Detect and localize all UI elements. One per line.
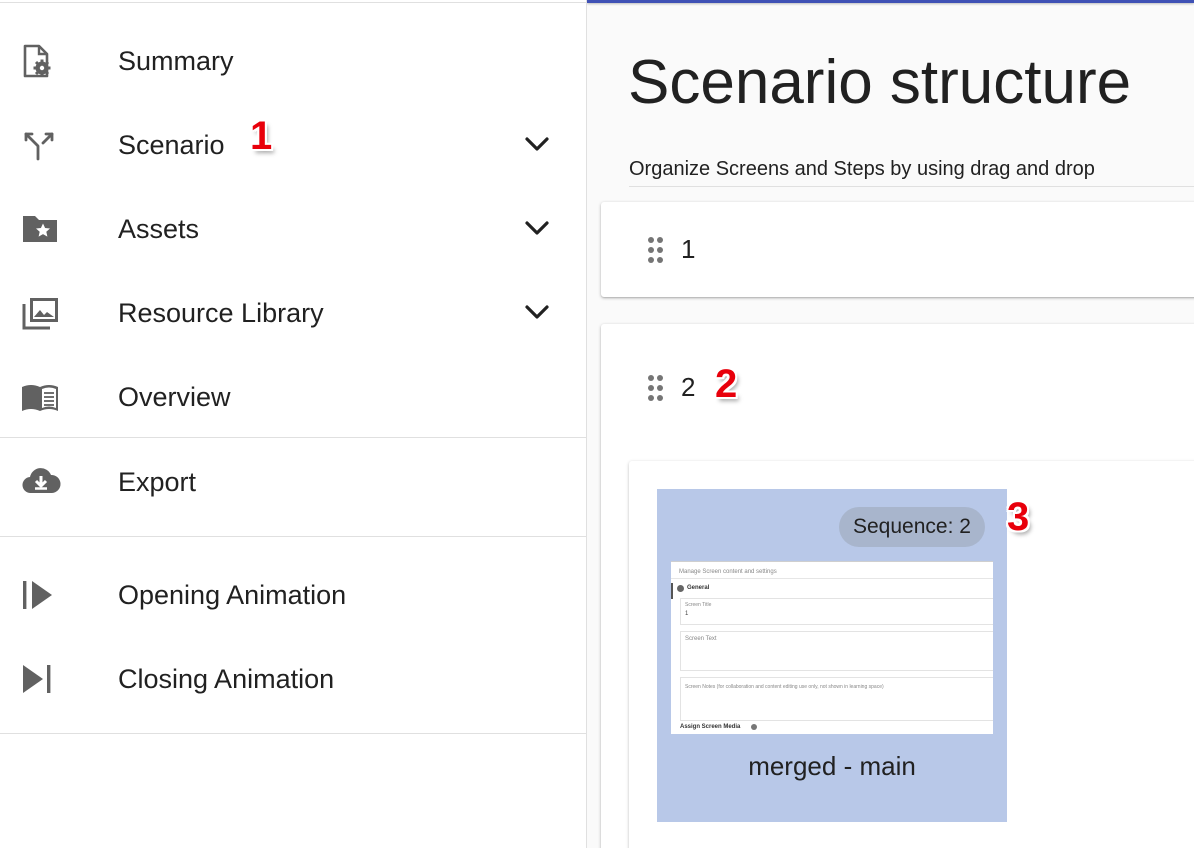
sequence-number: 1 bbox=[681, 234, 696, 264]
sidebar-item-label: Closing Animation bbox=[118, 664, 335, 694]
folder-star-icon bbox=[20, 212, 60, 246]
file-gear-icon bbox=[20, 44, 60, 78]
sidebar-divider bbox=[0, 536, 586, 537]
thumbnail-section: General bbox=[687, 585, 710, 591]
sidebar-item-label: Opening Animation bbox=[118, 580, 347, 610]
screens-container: Sequence: 2 Manage Screen content and se… bbox=[629, 461, 1194, 848]
thumbnail-footer: Assign Screen Media bbox=[680, 724, 741, 730]
drag-handle-icon[interactable] bbox=[647, 374, 665, 402]
top-accent-bar bbox=[587, 0, 1194, 3]
sequence-number: 2 bbox=[681, 372, 696, 402]
sidebar-item-scenario[interactable]: Scenario bbox=[0, 114, 586, 174]
sidebar-item-label: Resource Library bbox=[118, 298, 324, 328]
drag-handle-icon[interactable] bbox=[647, 236, 665, 264]
subtitle-divider bbox=[629, 186, 1194, 187]
thumbnail-field: Screen Text bbox=[680, 631, 993, 671]
page-title: Scenario structure bbox=[628, 48, 1132, 117]
skip-end-icon bbox=[20, 662, 60, 696]
sidebar-item-label: Overview bbox=[118, 382, 231, 412]
gear-icon bbox=[751, 724, 757, 730]
thumbnail-divider bbox=[671, 561, 993, 562]
sequence-card[interactable]: 2 2 Sequence: 2 Manage Screen content an… bbox=[601, 324, 1194, 848]
sequence-chip: Sequence: 2 bbox=[839, 507, 985, 547]
sidebar-divider bbox=[0, 437, 586, 438]
book-open-icon bbox=[20, 380, 60, 414]
sidebar-item-resource-library[interactable]: Resource Library bbox=[0, 282, 586, 342]
sidebar-divider bbox=[0, 733, 586, 734]
thumbnail-field: Screen Notes (for collaboration and cont… bbox=[680, 677, 993, 721]
sidebar-item-overview[interactable]: Overview bbox=[0, 366, 586, 426]
sequence-card[interactable]: 1 bbox=[601, 202, 1194, 297]
sidebar-item-label: Summary bbox=[118, 46, 234, 76]
screen-thumbnail: Manage Screen content and settings Gener… bbox=[671, 561, 993, 734]
screen-title: merged - main bbox=[748, 751, 916, 781]
photo-library-icon bbox=[20, 296, 60, 330]
page-subtitle: Organize Screens and Steps by using drag… bbox=[629, 158, 1095, 180]
scenario-structure-panel: Scenario structure Organize Screens and … bbox=[587, 0, 1194, 848]
thumbnail-divider bbox=[671, 578, 993, 579]
sidebar-top-divider bbox=[0, 2, 586, 3]
thumbnail-field-label: Screen Text bbox=[685, 636, 717, 642]
annotation-marker-2: 2 bbox=[715, 362, 738, 406]
sidebar-item-closing-animation[interactable]: Closing Animation bbox=[0, 648, 586, 708]
thumbnail-marker bbox=[671, 583, 673, 599]
screen-card[interactable]: Sequence: 2 Manage Screen content and se… bbox=[657, 489, 1007, 822]
sidebar-item-assets[interactable]: Assets bbox=[0, 198, 586, 258]
skip-start-icon bbox=[20, 578, 60, 612]
thumbnail-header: Manage Screen content and settings bbox=[679, 569, 777, 575]
thumbnail-field-label: Screen Notes (for collaboration and cont… bbox=[685, 684, 884, 690]
chevron-down-icon[interactable] bbox=[523, 217, 551, 239]
thumbnail-field: Screen Title 1 bbox=[680, 598, 993, 625]
annotation-marker-3: 3 bbox=[1007, 495, 1030, 539]
chevron-down-icon[interactable] bbox=[523, 133, 551, 155]
thumbnail-field-label: Screen Title bbox=[685, 602, 712, 608]
sidebar-item-summary[interactable]: Summary bbox=[0, 30, 586, 90]
thumbnail-field-value: 1 bbox=[685, 611, 689, 617]
cloud-download-icon bbox=[20, 465, 61, 499]
sidebar-item-opening-animation[interactable]: Opening Animation bbox=[0, 564, 586, 624]
sidebar-item-label: Assets bbox=[118, 214, 200, 244]
sidebar-item-export[interactable]: Export bbox=[0, 451, 586, 511]
chevron-down-icon[interactable] bbox=[523, 301, 551, 323]
app-root: Summary Scenario Assets Resource Library… bbox=[0, 0, 1194, 848]
call-split-icon bbox=[20, 128, 60, 162]
sidebar-item-label: Export bbox=[118, 467, 197, 497]
sidebar-item-label: Scenario bbox=[118, 130, 225, 160]
gear-icon bbox=[677, 585, 684, 592]
annotation-marker-1: 1 bbox=[250, 114, 273, 158]
sidebar: Summary Scenario Assets Resource Library… bbox=[0, 0, 587, 848]
